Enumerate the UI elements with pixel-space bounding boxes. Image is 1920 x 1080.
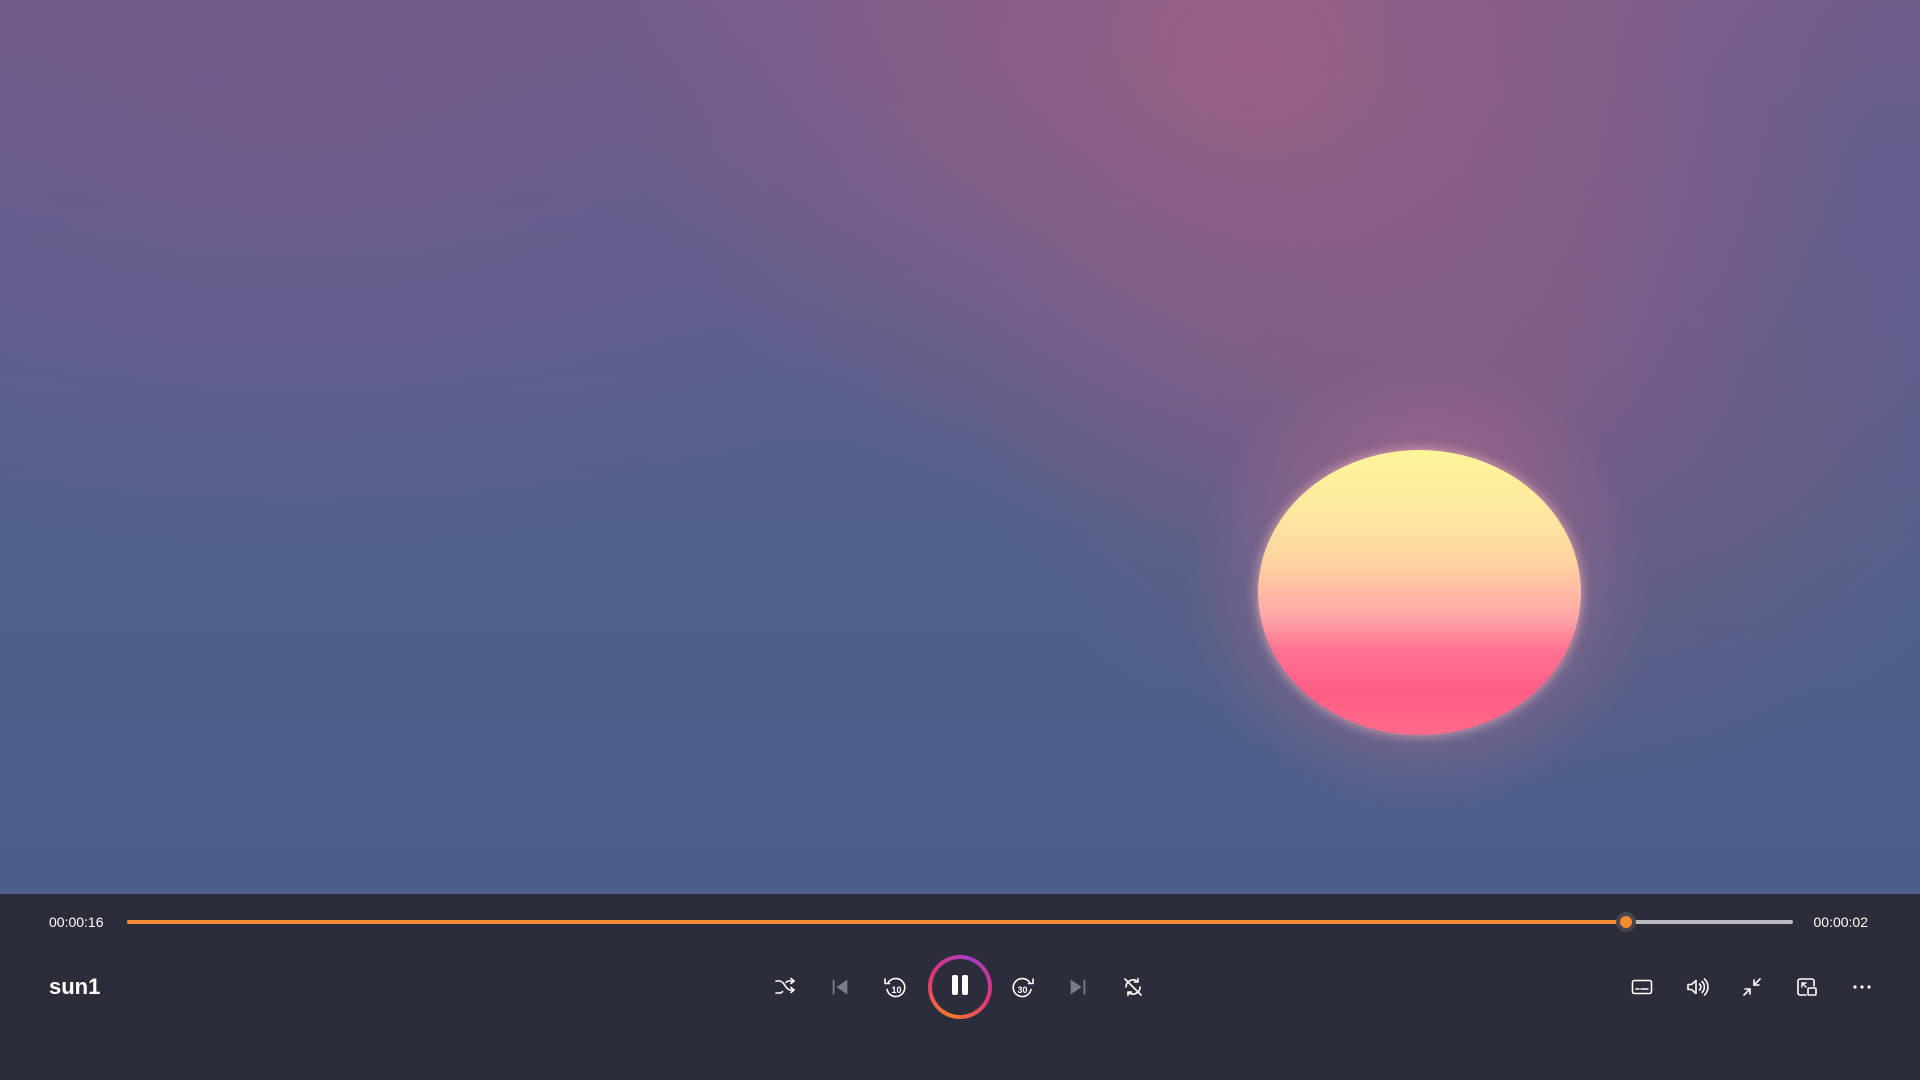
repeat-button[interactable] (1111, 965, 1155, 1009)
skip-forward-30-icon: 30 (1010, 974, 1036, 1000)
seek-bar[interactable] (127, 912, 1793, 932)
pause-icon (947, 972, 973, 1003)
exit-fullscreen-icon (1740, 975, 1764, 999)
control-bar: 00:00:16 00:00:02 sun1 10 30 (0, 894, 1920, 1080)
play-pause-inner (932, 959, 988, 1015)
shuffle-icon (773, 975, 797, 999)
media-title: sun1 (49, 974, 101, 999)
svg-text:30: 30 (1018, 985, 1028, 995)
seek-progress (127, 920, 1627, 924)
more-options-button[interactable] (1840, 965, 1884, 1009)
previous-button[interactable] (818, 965, 862, 1009)
skip-back-10-icon: 10 (882, 974, 908, 1000)
media-player: 00:00:16 00:00:02 sun1 10 30 (0, 0, 1920, 1080)
remaining-time: 00:00:02 (1813, 914, 1869, 930)
skip-back-button[interactable]: 10 (873, 965, 917, 1009)
skip-forward-button[interactable]: 30 (1001, 965, 1045, 1009)
svg-text:10: 10 (892, 985, 902, 995)
shuffle-button[interactable] (763, 965, 807, 1009)
next-button[interactable] (1056, 965, 1100, 1009)
volume-button[interactable] (1675, 965, 1719, 1009)
next-track-icon (1067, 976, 1089, 998)
exit-fullscreen-button[interactable] (1730, 965, 1774, 1009)
mini-player-icon (1795, 975, 1819, 999)
volume-icon (1685, 975, 1709, 999)
seek-thumb[interactable] (1616, 912, 1637, 932)
play-pause-button[interactable] (928, 955, 992, 1019)
sun (1258, 450, 1581, 735)
elapsed-time: 00:00:16 (49, 914, 104, 930)
mini-player-button[interactable] (1785, 965, 1829, 1009)
more-options-icon (1850, 975, 1874, 999)
subtitles-button[interactable] (1620, 965, 1664, 1009)
repeat-icon (1121, 975, 1145, 999)
video-frame[interactable] (0, 0, 1920, 894)
previous-track-icon (829, 976, 851, 998)
subtitles-icon (1630, 975, 1654, 999)
